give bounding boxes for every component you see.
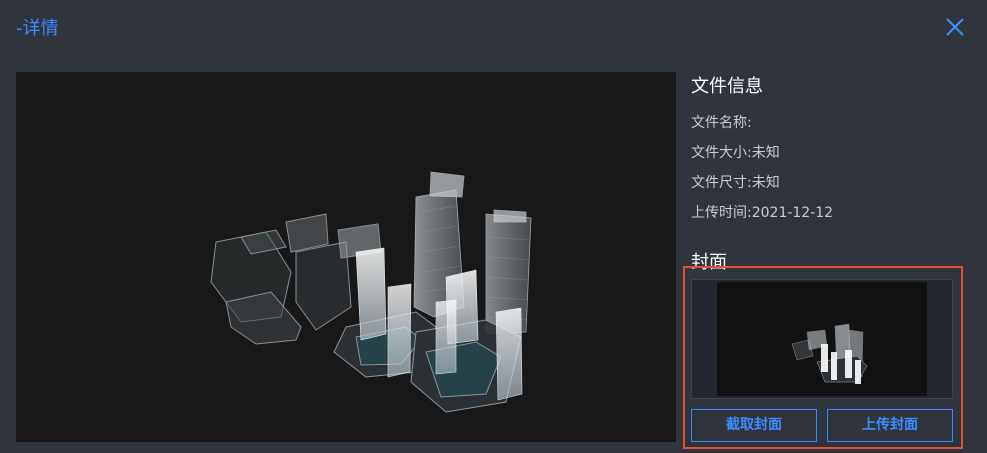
cover-preview: [691, 279, 953, 399]
dialog-title: -详情: [16, 18, 59, 39]
file-dimension-row: 文件尺寸:未知: [691, 175, 780, 191]
close-icon[interactable]: [944, 16, 966, 38]
file-name-row: 文件名称:: [691, 115, 752, 131]
cover-image: [717, 282, 927, 396]
file-info-heading: 文件信息: [691, 76, 763, 97]
building-model: [210, 171, 532, 413]
upload-cover-button[interactable]: 上传封面: [827, 409, 953, 442]
file-info-panel: 文件信息 文件名称: 文件大小:未知 文件尺寸:未知 上传时间:2021-12-…: [691, 74, 971, 228]
capture-cover-button[interactable]: 截取封面: [691, 409, 817, 442]
upload-time-row: 上传时间:2021-12-12: [691, 205, 834, 221]
file-size-row: 文件大小:未知: [691, 145, 780, 161]
dialog-header: -详情: [0, 0, 987, 54]
model-viewer[interactable]: [16, 72, 676, 442]
